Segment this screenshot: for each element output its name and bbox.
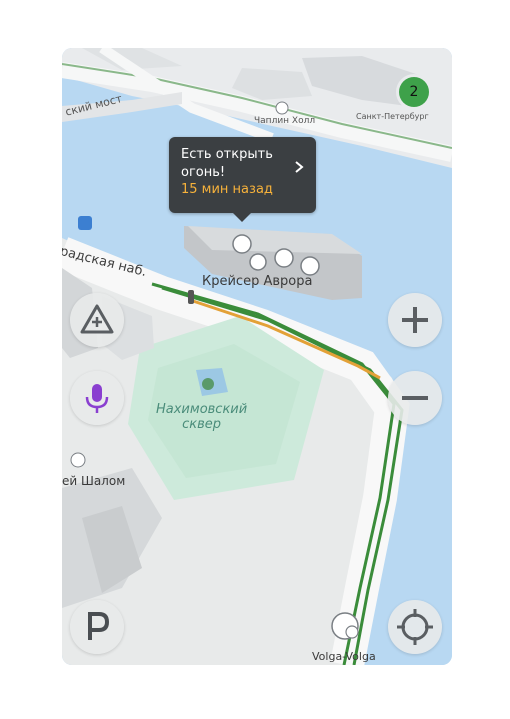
microphone-icon	[85, 384, 109, 413]
add-event-button[interactable]	[70, 293, 124, 347]
popup-text: Есть открыть огонь!	[181, 147, 273, 180]
zoom-out-button[interactable]	[388, 371, 442, 425]
aurora-label[interactable]: Крейсер Аврора	[202, 274, 312, 289]
map-view[interactable]: ский мост Чаплин Холл Санкт-Петербург ра…	[62, 48, 452, 665]
spb-label: Санкт-Петербург	[356, 112, 429, 121]
minus-icon	[402, 396, 428, 400]
square-label: Нахимовский сквер	[156, 402, 247, 432]
locate-me-button[interactable]	[388, 600, 442, 654]
notification-badge[interactable]: 2	[399, 77, 429, 107]
event-popup[interactable]: Есть открыть огонь! 15 мин назад	[169, 137, 316, 222]
voice-search-button[interactable]	[70, 371, 124, 425]
popup-time: 15 мин назад	[181, 182, 273, 197]
shalom-label: ей Шалом	[62, 474, 126, 488]
square-label-text: Нахимовский сквер	[156, 402, 248, 432]
plus-icon	[402, 307, 428, 333]
zoom-in-button[interactable]	[388, 293, 442, 347]
crosshair-icon	[397, 609, 433, 645]
parking-icon	[88, 612, 110, 640]
hall-label: Чаплин Холл	[254, 116, 316, 126]
warning-add-icon	[80, 304, 114, 334]
volga-label: Volga-Volga	[312, 650, 376, 663]
chevron-right-icon	[295, 161, 304, 173]
parking-button[interactable]	[70, 600, 124, 654]
